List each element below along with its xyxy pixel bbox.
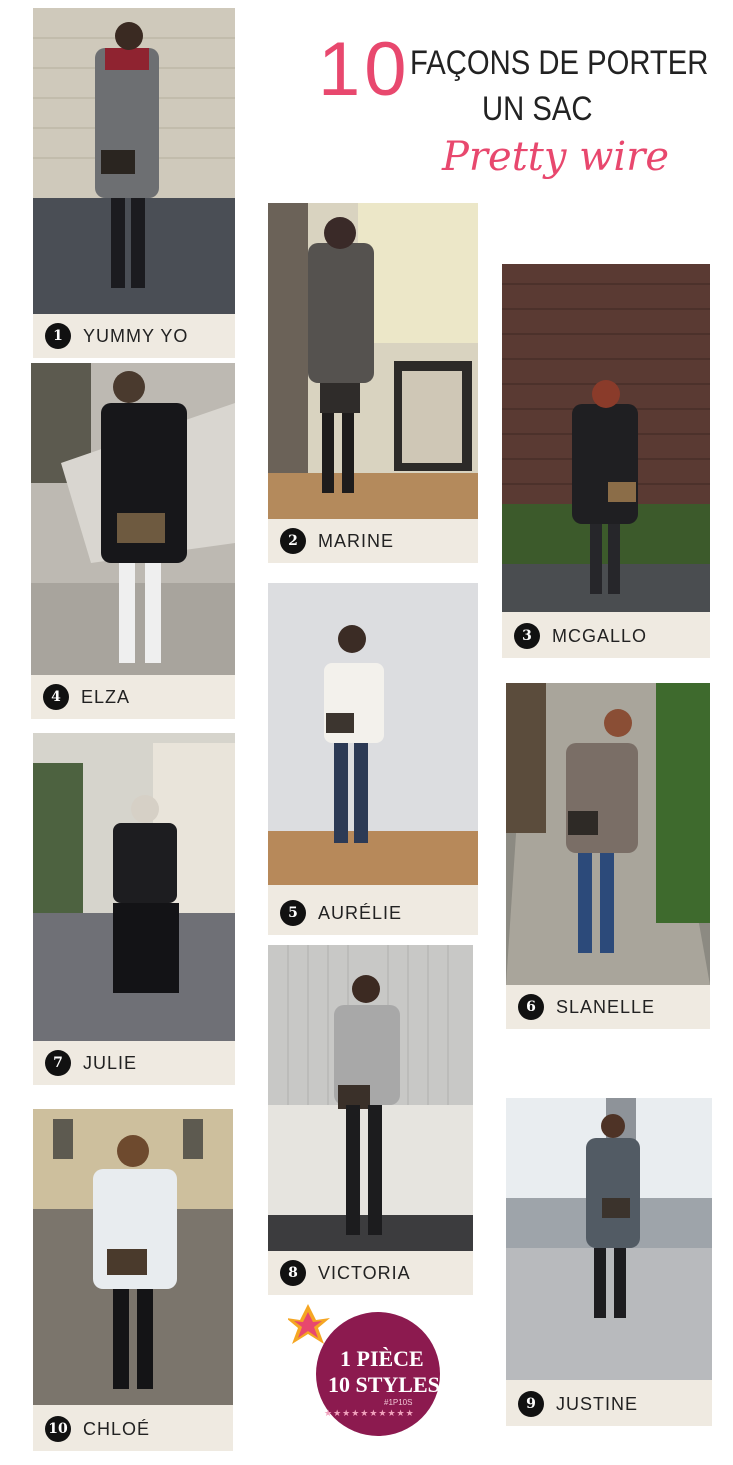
look-name-2: MARINE xyxy=(318,530,395,551)
look-photo-7 xyxy=(33,733,235,1041)
look-photo-5 xyxy=(268,583,478,885)
look-caption-3: 3 MCGALLO xyxy=(502,614,710,658)
look-caption-2: 2 MARINE xyxy=(268,519,478,563)
look-name-4: ELZA xyxy=(81,686,131,707)
look-name-7: JULIE xyxy=(83,1052,138,1073)
title-script: Pretty wire xyxy=(442,134,669,180)
look-card-5[interactable]: 5 AURÉLIE xyxy=(268,583,478,935)
one-piece-ten-styles-badge: 1 PIÈCE 10 STYLES #1P10S ★★★★★★★★★★ xyxy=(286,1298,448,1438)
look-number-4: 4 xyxy=(43,684,69,710)
look-photo-3 xyxy=(502,264,710,612)
look-card-9[interactable]: 9 JUSTINE xyxy=(506,1098,712,1426)
look-name-9: JUSTINE xyxy=(556,1393,639,1414)
look-name-3: MCGALLO xyxy=(552,625,648,646)
look-caption-10: 10 CHLOÉ xyxy=(33,1407,233,1451)
look-photo-6 xyxy=(506,683,710,985)
badge-stars-icon: ★★★★★★★★★★ xyxy=(324,1409,415,1419)
look-caption-9: 9 JUSTINE xyxy=(506,1382,712,1426)
look-number-1: 1 xyxy=(45,323,71,349)
look-caption-8: 8 VICTORIA xyxy=(268,1251,473,1295)
look-photo-2 xyxy=(268,203,478,519)
look-card-7[interactable]: 7 JULIE xyxy=(33,733,235,1085)
look-card-10[interactable]: 10 CHLOÉ xyxy=(33,1109,233,1451)
look-card-1[interactable]: 1 YUMMY YO xyxy=(33,8,235,358)
look-number-10: 10 xyxy=(45,1416,71,1442)
look-number-5: 5 xyxy=(280,900,306,926)
look-photo-1 xyxy=(33,8,235,314)
look-caption-5: 5 AURÉLIE xyxy=(268,891,478,935)
badge-line-2: 10 STYLES xyxy=(328,1372,440,1397)
look-number-3: 3 xyxy=(514,623,540,649)
look-card-8[interactable]: 8 VICTORIA xyxy=(268,945,473,1295)
look-photo-10 xyxy=(33,1109,233,1405)
look-caption-6: 6 SLANELLE xyxy=(506,985,710,1029)
look-card-3[interactable]: 3 MCGALLO xyxy=(502,264,710,658)
title-line-2: UN SAC xyxy=(482,90,593,128)
look-card-2[interactable]: 2 MARINE xyxy=(268,203,478,563)
look-number-8: 8 xyxy=(280,1260,306,1286)
look-name-5: AURÉLIE xyxy=(318,902,403,923)
look-name-10: CHLOÉ xyxy=(83,1418,151,1439)
look-number-7: 7 xyxy=(45,1050,71,1076)
look-card-4[interactable]: 4 ELZA xyxy=(31,363,235,719)
look-name-8: VICTORIA xyxy=(318,1262,411,1283)
look-number-9: 9 xyxy=(518,1391,544,1417)
look-number-2: 2 xyxy=(280,528,306,554)
look-photo-4 xyxy=(31,363,235,675)
look-photo-9 xyxy=(506,1098,712,1380)
title-number: 10 xyxy=(318,27,411,112)
look-card-6[interactable]: 6 SLANELLE xyxy=(506,683,710,1029)
badge-line-1: 1 PIÈCE xyxy=(340,1346,424,1371)
look-caption-1: 1 YUMMY YO xyxy=(33,314,235,358)
title-line-1: FAÇONS DE PORTER xyxy=(410,44,709,82)
look-caption-4: 4 ELZA xyxy=(31,675,235,719)
badge-hashtag: #1P10S xyxy=(384,1398,413,1407)
title-block: 10 FAÇONS DE PORTER UN SAC Pretty wire xyxy=(318,27,708,192)
look-caption-7: 7 JULIE xyxy=(33,1041,235,1085)
look-name-1: YUMMY YO xyxy=(83,325,189,346)
look-name-6: SLANELLE xyxy=(556,996,656,1017)
look-number-6: 6 xyxy=(518,994,544,1020)
look-photo-8 xyxy=(268,945,473,1251)
